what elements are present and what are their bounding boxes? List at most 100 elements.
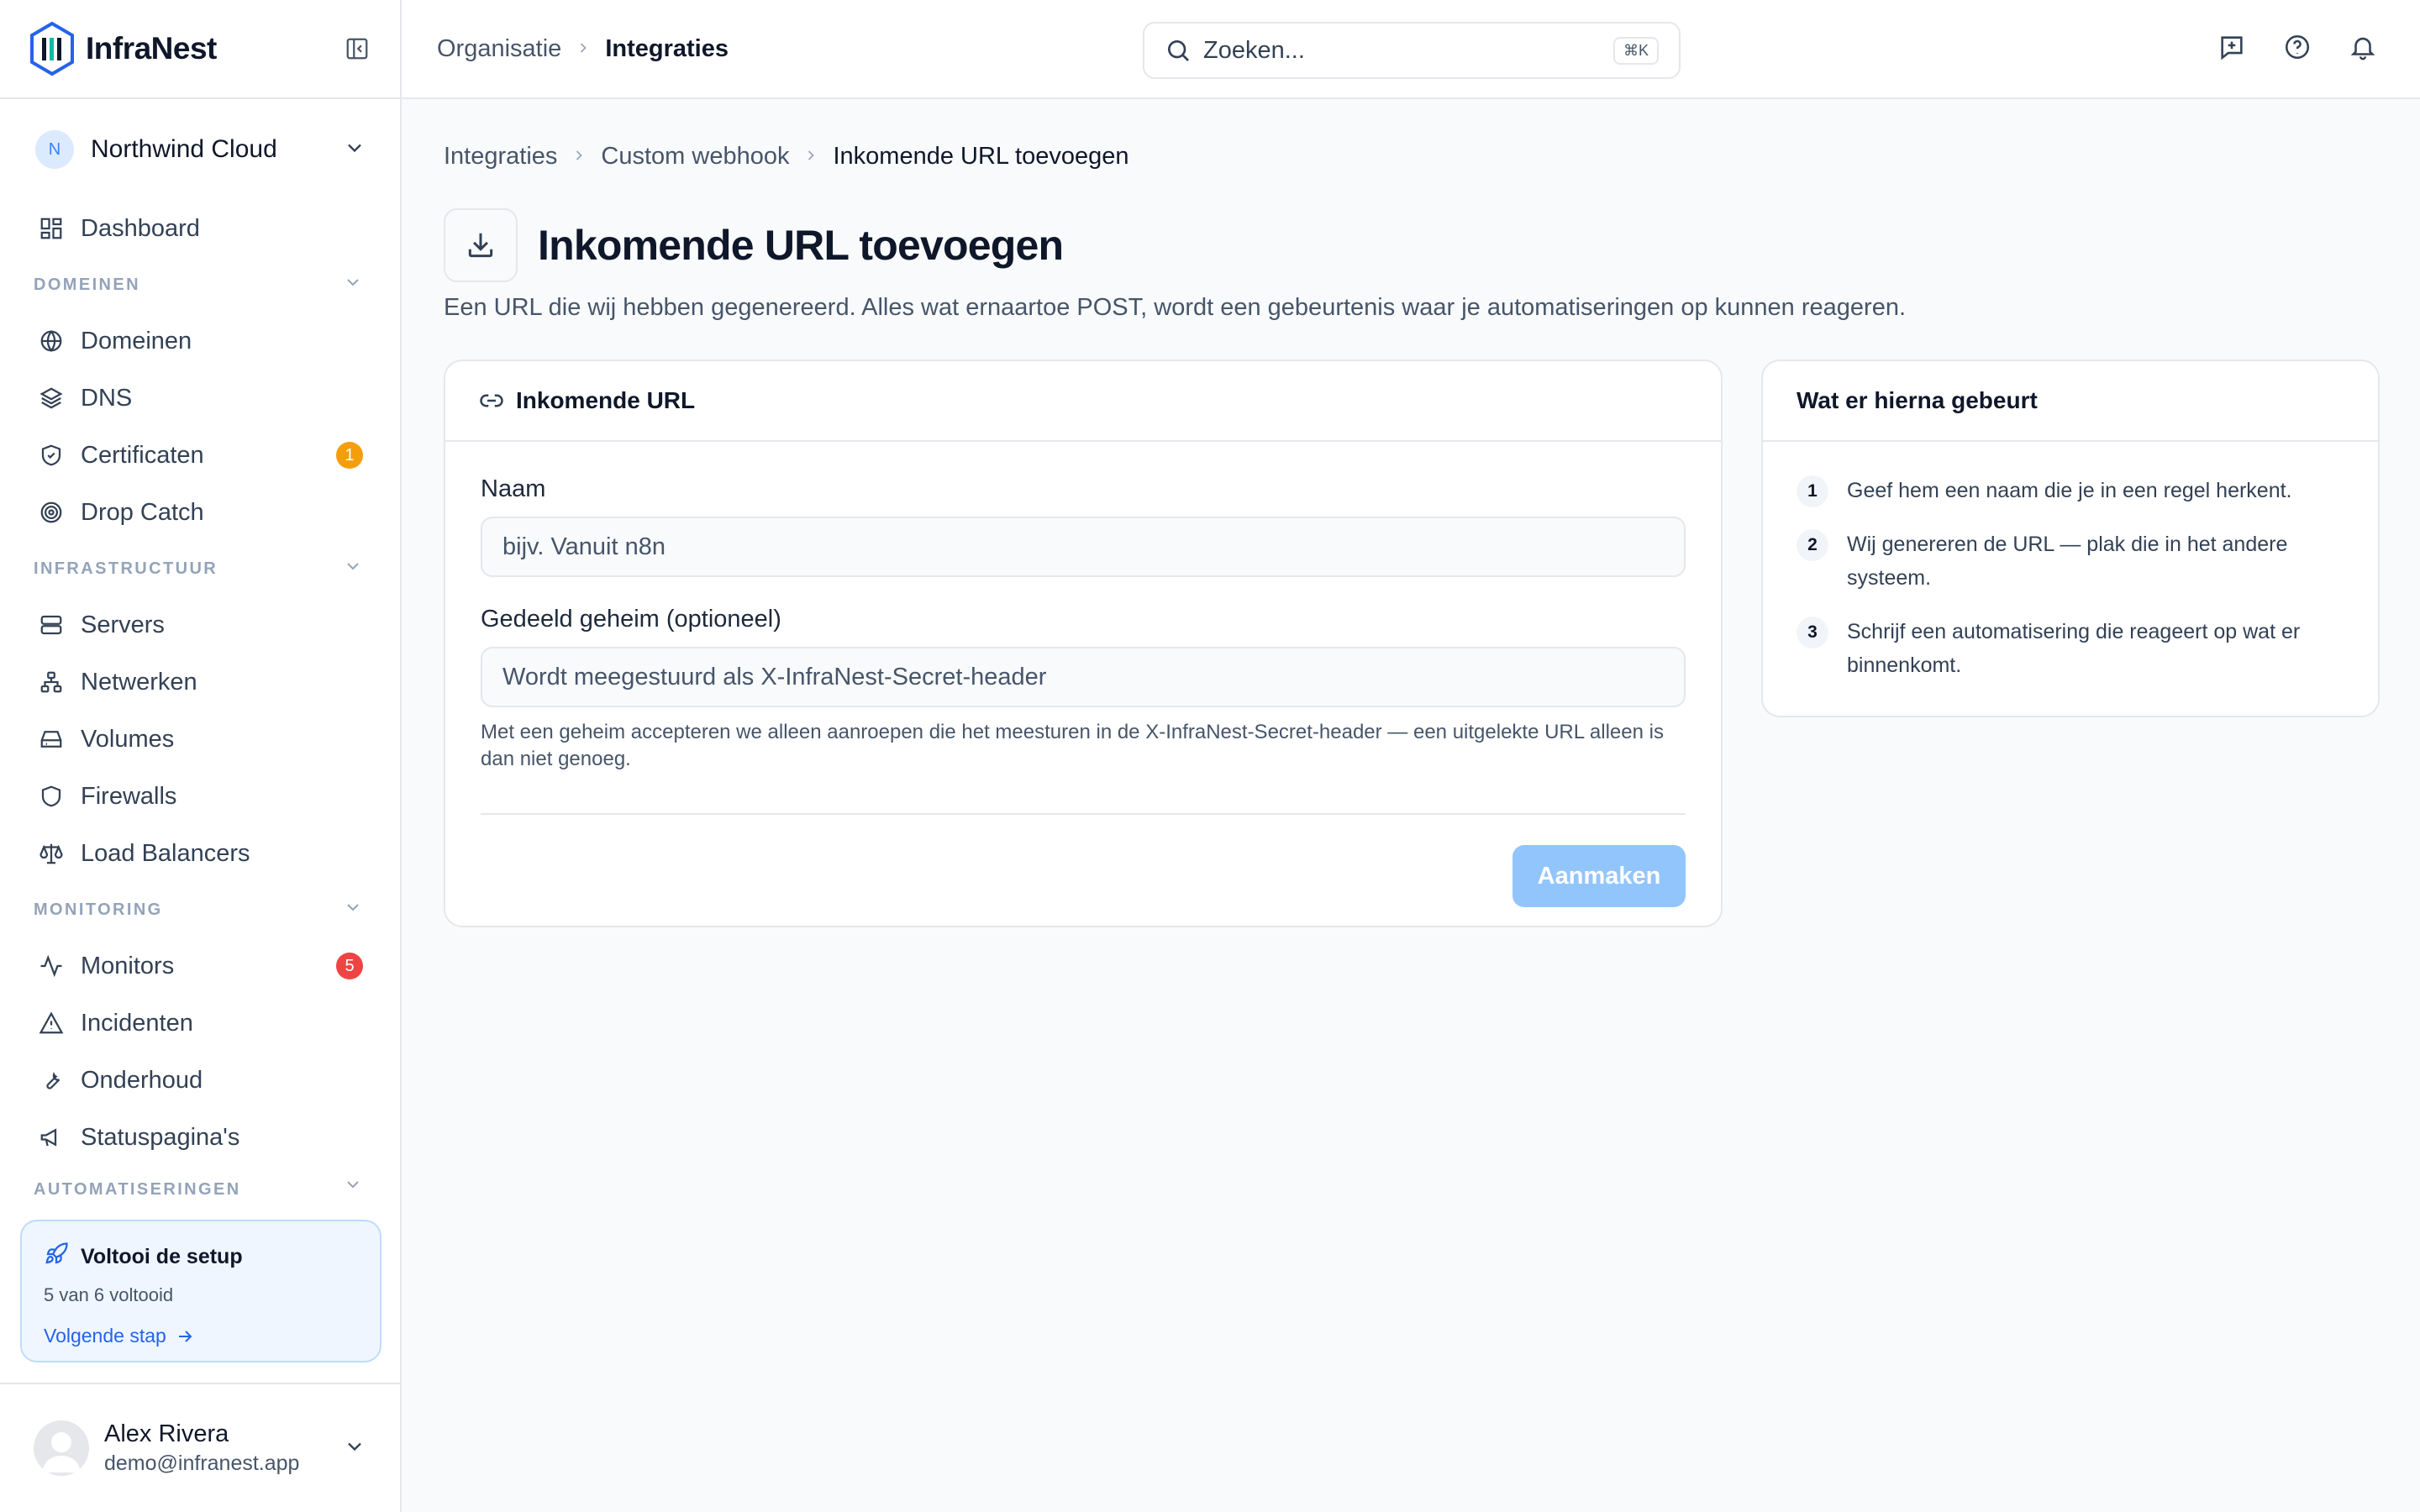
sidebar-item-domains[interactable]: Domeinen <box>0 312 400 370</box>
section-label: INFRASTRUCTUUR <box>34 559 218 578</box>
search-icon <box>1165 37 1192 64</box>
incoming-url-card: Inkomende URL Naam Gedeeld geheim (optio… <box>444 360 1723 927</box>
secret-label: Gedeeld geheim (optioneel) <box>481 606 781 633</box>
sidebar-item-label: Incidenten <box>81 1009 193 1037</box>
chevron-down-icon <box>343 556 363 581</box>
secret-input[interactable] <box>481 647 1686 707</box>
server-icon <box>37 611 66 639</box>
sidebar-item-networks[interactable]: Netwerken <box>0 654 400 711</box>
megaphone-icon <box>37 1123 66 1152</box>
monitors-badge: 5 <box>336 953 363 979</box>
sidebar-item-label: Domeinen <box>81 327 192 354</box>
sidebar-item-label: Monitors <box>81 952 175 979</box>
download-icon <box>444 208 518 282</box>
alert-triangle-icon <box>37 1009 66 1037</box>
search-input[interactable]: Zoeken... ⌘K <box>1143 22 1681 79</box>
section-monitoring[interactable]: MONITORING <box>0 882 400 937</box>
sidebar-item-servers[interactable]: Servers <box>0 596 400 654</box>
sidebar-item-label: Firewalls <box>81 782 177 810</box>
topbar: Organisatie Integraties Zoeken... ⌘K <box>402 0 2420 99</box>
sidebar-item-firewalls[interactable]: Firewalls <box>0 768 400 825</box>
name-label: Naam <box>481 475 546 502</box>
sidebar-item-label: Volumes <box>81 725 175 753</box>
feedback-icon[interactable] <box>2217 32 2247 62</box>
sidebar-item-monitors[interactable]: Monitors 5 <box>0 937 400 995</box>
page-title: Inkomende URL toevoegen <box>538 222 1064 269</box>
section-automation[interactable]: AUTOMATISERINGEN <box>0 1166 400 1200</box>
sidebar-item-dashboard[interactable]: Dashboard <box>0 200 400 257</box>
step-text: Geef hem een naam die je in een regel he… <box>1847 479 2292 502</box>
step-number: 2 <box>1797 529 1828 561</box>
dashboard-icon <box>37 214 66 243</box>
sidebar-item-loadbalancers[interactable]: Load Balancers <box>0 825 400 882</box>
create-button[interactable]: Aanmaken <box>1512 845 1686 907</box>
next-step-label: Volgende stap <box>44 1325 166 1347</box>
secret-help-text: Met een geheim accepteren we alleen aanr… <box>481 721 1664 770</box>
sidebar-item-label: Dashboard <box>81 214 200 242</box>
chevron-down-icon <box>343 1174 363 1200</box>
card-header: Inkomende URL <box>445 361 1721 442</box>
target-icon <box>37 498 66 527</box>
page-header: Inkomende URL toevoegen <box>444 208 1064 282</box>
user-email: demo@infranest.app <box>104 1452 300 1475</box>
sidebar-item-volumes[interactable]: Volumes <box>0 711 400 768</box>
chevron-down-icon <box>343 136 366 164</box>
org-switcher[interactable]: N Northwind Cloud <box>0 99 400 200</box>
chevron-right-icon <box>802 143 819 171</box>
setup-card: Voltooi de setup 5 van 6 voltooid Volgen… <box>20 1220 381 1362</box>
page-description: Een URL die wij hebben gegenereerd. Alle… <box>444 294 1907 321</box>
sidebar-item-label: Drop Catch <box>81 498 204 526</box>
divider <box>481 813 1686 815</box>
infranest-logo-icon <box>30 21 74 76</box>
sidebar-item-certificates[interactable]: Certificaten 1 <box>0 427 400 484</box>
list-item: 3 Schrijf een automatisering die reageer… <box>1797 617 2344 682</box>
layers-icon <box>37 384 66 412</box>
sidebar-collapse-icon[interactable] <box>343 34 371 63</box>
sidebar-item-label: Load Balancers <box>81 839 250 867</box>
sidebar-item-maintenance[interactable]: Onderhoud <box>0 1052 400 1109</box>
sidebar-item-dropcatch[interactable]: Drop Catch <box>0 484 400 541</box>
network-icon <box>37 668 66 696</box>
activity-icon <box>37 952 66 980</box>
help-icon[interactable] <box>2282 32 2312 62</box>
incoming-url-form: Naam Gedeeld geheim (optioneel) Met een … <box>445 442 1721 941</box>
arrow-right-icon <box>175 1326 195 1347</box>
steps-list: 1 Geef hem een naam die je in een regel … <box>1763 442 2378 738</box>
chevron-right-icon <box>571 143 587 171</box>
chevron-down-icon <box>343 272 363 297</box>
sidebar-item-incidents[interactable]: Incidenten <box>0 995 400 1052</box>
user-menu[interactable]: Alex Rivera demo@infranest.app <box>0 1383 400 1512</box>
sidebar-item-label: Onderhoud <box>81 1066 203 1094</box>
main-content: Integraties Custom webhook Inkomende URL… <box>402 99 2420 1512</box>
step-number: 3 <box>1797 617 1828 648</box>
step-text: Schrijf een automatisering die reageert … <box>1847 620 2301 677</box>
sidebar-nav: Dashboard DOMEINEN Domeinen DNS Certific… <box>0 200 400 1200</box>
section-label: DOMEINEN <box>34 275 140 294</box>
card-title: Wat er hierna gebeurt <box>1797 387 2038 413</box>
org-avatar: N <box>35 130 74 169</box>
shield-icon <box>37 782 66 811</box>
sidebar-item-label: Servers <box>81 611 165 638</box>
section-infra[interactable]: INFRASTRUCTUUR <box>0 541 400 596</box>
breadcrumb-integrations[interactable]: Integraties <box>444 143 557 171</box>
sidebar: InfraNest N Northwind Cloud Dashboard DO… <box>0 0 402 1512</box>
top-actions <box>2217 32 2378 62</box>
sidebar-item-statuspages[interactable]: Statuspagina's <box>0 1109 400 1166</box>
sidebar-item-label: DNS <box>81 384 133 412</box>
brand-name: InfraNest <box>86 31 217 66</box>
list-item: 2 Wij genereren de URL — plak die in het… <box>1797 529 2344 595</box>
sidebar-item-dns[interactable]: DNS <box>0 370 400 427</box>
next-step-link[interactable]: Volgende stap <box>44 1325 358 1347</box>
section-domains[interactable]: DOMEINEN <box>0 257 400 312</box>
breadcrumb-custom-webhook[interactable]: Custom webhook <box>601 143 789 171</box>
link-icon <box>479 388 504 413</box>
breadcrumb-organisation[interactable]: Organisatie <box>437 35 561 63</box>
shield-check-icon <box>37 441 66 470</box>
sidebar-item-label: Netwerken <box>81 668 197 696</box>
breadcrumb-integrations[interactable]: Integraties <box>605 35 729 63</box>
next-steps-card: Wat er hierna gebeurt 1 Geef hem een naa… <box>1761 360 2380 717</box>
search-shortcut: ⌘K <box>1612 36 1659 65</box>
name-input[interactable] <box>481 517 1686 577</box>
bell-icon[interactable] <box>2348 32 2378 62</box>
breadcrumb-current: Inkomende URL toevoegen <box>833 143 1129 170</box>
